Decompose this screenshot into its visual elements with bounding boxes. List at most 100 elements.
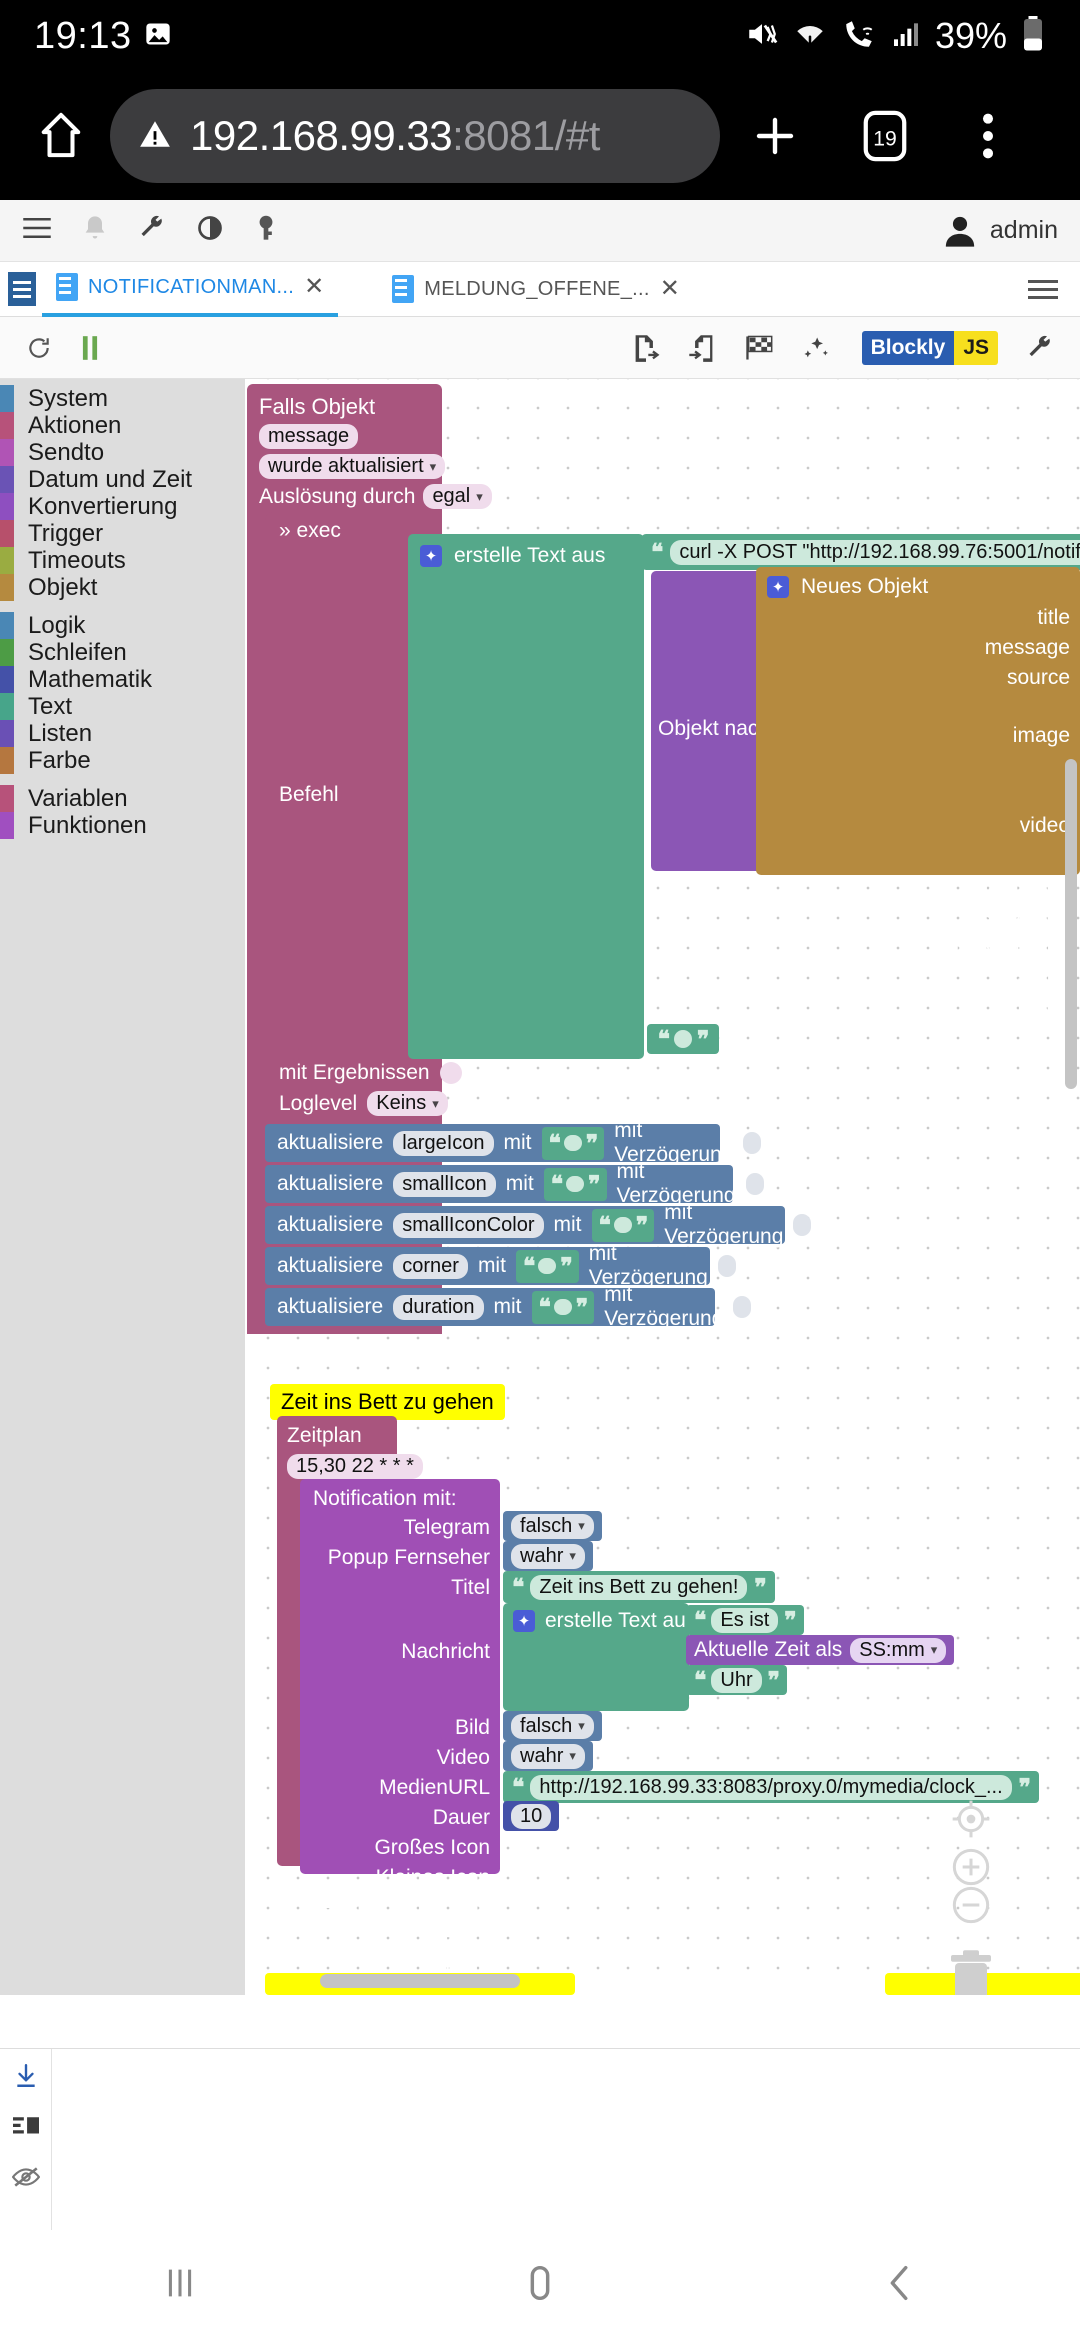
update-name[interactable]: smallIconColor bbox=[393, 1212, 544, 1238]
canvas-vertical-scrollbar[interactable] bbox=[1065, 759, 1077, 1089]
curl-text-field[interactable]: curl -X POST "http://192.168.99.76:5001/… bbox=[670, 539, 1080, 565]
update-string-field[interactable] bbox=[613, 1217, 632, 1233]
category-schleifen[interactable]: Schleifen bbox=[0, 639, 245, 666]
media-url-field[interactable]: http://192.168.99.33:8083/proxy.0/mymedi… bbox=[530, 1774, 1012, 1800]
category-timeouts[interactable]: Timeouts bbox=[0, 547, 245, 574]
notification-field-value[interactable]: falsch ▾ bbox=[503, 1511, 602, 1541]
home-icon[interactable] bbox=[517, 2260, 563, 2311]
tab-meldung-offene[interactable]: MELDUNG_OFFENE_... ✕ bbox=[378, 262, 694, 317]
gear-icon[interactable]: ✦ bbox=[767, 576, 789, 598]
category-mathematik[interactable]: Mathematik bbox=[0, 666, 245, 693]
trigger-object-field[interactable]: message bbox=[259, 424, 359, 449]
update-name[interactable]: smallIcon bbox=[393, 1171, 496, 1197]
update-delay-socket[interactable] bbox=[733, 1296, 752, 1318]
import-blocks-icon[interactable] bbox=[688, 333, 716, 363]
settings-wrench-icon[interactable] bbox=[1026, 334, 1054, 362]
tab-switcher-button[interactable]: 19 bbox=[830, 109, 940, 163]
canvas-horizontal-scrollbar[interactable] bbox=[320, 1974, 520, 1988]
hide-icon[interactable] bbox=[11, 2165, 40, 2194]
update-value-string[interactable]: ❝ ❞ bbox=[541, 1126, 605, 1160]
blockly-canvas[interactable]: Falls Objekt message wurde aktualisiert ▾… bbox=[245, 379, 1080, 1995]
schedule-cron-field[interactable]: 15,30 22 * * * bbox=[287, 1454, 423, 1479]
blockly-js-toggle[interactable]: Blockly JS bbox=[861, 330, 998, 365]
zoom-out-icon[interactable] bbox=[951, 1885, 991, 1931]
update-string-field[interactable] bbox=[566, 1176, 585, 1192]
update-row-duration[interactable]: aktualisiere duration mit ❝ ❞ mit Verzöge… bbox=[265, 1283, 752, 1330]
message-part-1-string[interactable]: ❝ Es ist ❞ bbox=[686, 1605, 804, 1635]
category-farbe[interactable]: Farbe bbox=[0, 747, 245, 774]
category-variablen[interactable]: Variablen bbox=[0, 785, 245, 812]
scroll-to-bottom-icon[interactable] bbox=[13, 2063, 39, 2094]
category-sendto[interactable]: Sendto bbox=[0, 439, 245, 466]
notification-field-value[interactable]: wahr ▾ bbox=[503, 1541, 593, 1571]
console-log-area[interactable] bbox=[52, 2049, 1080, 2230]
update-row-smallicon[interactable]: aktualisiere smallIcon mit ❝ ❞ mit Verzög… bbox=[265, 1160, 764, 1207]
script2-comment-banner[interactable]: Zeit ins Bett zu gehen bbox=[270, 1384, 505, 1420]
notification-field-value[interactable]: falsch ▾ bbox=[503, 1711, 602, 1741]
trash-icon[interactable] bbox=[945, 1947, 997, 1995]
update-row-smalliconcolor[interactable]: aktualisiere smallIconColor mit ❝ ❞ mit V… bbox=[265, 1201, 812, 1248]
trigger-source-field[interactable]: egal ▾ bbox=[423, 484, 492, 509]
category-text[interactable]: Text bbox=[0, 693, 245, 720]
home-button[interactable] bbox=[18, 111, 104, 161]
script-list-icon[interactable] bbox=[8, 272, 36, 306]
update-value-string[interactable]: ❝ ❞ bbox=[531, 1290, 595, 1324]
recents-icon[interactable] bbox=[157, 2260, 203, 2311]
update-delay-socket[interactable] bbox=[793, 1214, 812, 1236]
update-string-field[interactable] bbox=[553, 1299, 572, 1315]
wrench-icon[interactable] bbox=[138, 214, 166, 247]
update-delay-socket[interactable] bbox=[745, 1173, 764, 1195]
tab-close-icon[interactable]: ✕ bbox=[660, 277, 680, 301]
checkered-flag-icon[interactable] bbox=[744, 334, 774, 362]
category-konvertierung[interactable]: Konvertierung bbox=[0, 493, 245, 520]
recenter-icon[interactable] bbox=[951, 1799, 991, 1845]
update-string-field[interactable] bbox=[538, 1258, 557, 1274]
empty-string-field[interactable] bbox=[674, 1030, 692, 1048]
url-omnibox[interactable]: 192.168.99.33:8081/#t bbox=[110, 89, 720, 183]
bool-dropdown[interactable]: falsch ▾ bbox=[511, 1513, 594, 1539]
key-icon[interactable] bbox=[254, 214, 278, 247]
magic-wand-icon[interactable] bbox=[802, 334, 830, 362]
layout-icon[interactable] bbox=[12, 2116, 39, 2143]
block-create-text[interactable] bbox=[408, 534, 644, 1059]
back-icon[interactable] bbox=[877, 2260, 923, 2311]
duration-field[interactable]: 10 bbox=[511, 1803, 552, 1829]
block-empty-string[interactable]: ❝ ❞ bbox=[647, 1024, 719, 1054]
trigger-condition-field[interactable]: wurde aktualisiert ▾ bbox=[259, 454, 446, 479]
update-name[interactable]: largeIcon bbox=[393, 1130, 494, 1156]
category-listen[interactable]: Listen bbox=[0, 720, 245, 747]
notification-title-string[interactable]: ❝ Zeit ins Bett zu gehen! ❞ bbox=[503, 1571, 775, 1603]
bool-dropdown[interactable]: falsch ▾ bbox=[511, 1713, 594, 1739]
new-tab-plus-icon[interactable] bbox=[720, 112, 830, 160]
block-curl-text[interactable]: ❝ curl -X POST "http://192.168.99.76:500… bbox=[641, 534, 1080, 570]
category-trigger[interactable]: Trigger bbox=[0, 520, 245, 547]
message-part-1-field[interactable]: Es ist bbox=[711, 1607, 779, 1633]
title-text-field[interactable]: Zeit ins Bett zu gehen! bbox=[530, 1574, 748, 1600]
notification-field-value[interactable]: wahr ▾ bbox=[503, 1741, 593, 1771]
browser-menu-icon[interactable] bbox=[940, 109, 1036, 163]
update-name[interactable]: duration bbox=[393, 1294, 484, 1320]
category-logik[interactable]: Logik bbox=[0, 612, 245, 639]
blockly-workspace[interactable]: System Aktionen Sendto Datum und Zeit Ko… bbox=[0, 379, 1080, 1995]
blockly-toolbox[interactable]: System Aktionen Sendto Datum und Zeit Ko… bbox=[0, 379, 245, 1995]
category-aktionen[interactable]: Aktionen bbox=[0, 412, 245, 439]
update-value-string[interactable]: ❝ ❞ bbox=[543, 1167, 607, 1201]
gear-icon[interactable]: ✦ bbox=[420, 545, 442, 567]
message-part-3-field[interactable]: Uhr bbox=[711, 1667, 762, 1693]
category-funktionen[interactable]: Funktionen bbox=[0, 812, 245, 839]
gear-icon[interactable]: ✦ bbox=[513, 1610, 535, 1632]
tab-close-icon[interactable]: ✕ bbox=[304, 275, 324, 299]
tab-notificationmanager[interactable]: NOTIFICATIONMAN... ✕ bbox=[42, 262, 339, 317]
user-menu[interactable]: admin bbox=[944, 214, 1058, 248]
tab-overflow-icon[interactable] bbox=[1028, 279, 1058, 299]
update-row-corner[interactable]: aktualisiere corner mit ❝ ❞ mit Verzögeru… bbox=[265, 1242, 736, 1289]
bool-dropdown[interactable]: wahr ▾ bbox=[511, 1543, 585, 1569]
category-system[interactable]: System bbox=[0, 385, 245, 412]
bell-icon[interactable] bbox=[82, 214, 108, 247]
update-value-string[interactable]: ❝ ❞ bbox=[515, 1249, 579, 1283]
hamburger-menu-icon[interactable] bbox=[22, 216, 52, 245]
message-part-2-time[interactable]: Aktuelle Zeit als SS:mm ▾ bbox=[686, 1635, 955, 1665]
restart-icon[interactable] bbox=[26, 335, 52, 361]
update-string-field[interactable] bbox=[563, 1135, 582, 1151]
bool-dropdown[interactable]: wahr ▾ bbox=[511, 1743, 585, 1769]
